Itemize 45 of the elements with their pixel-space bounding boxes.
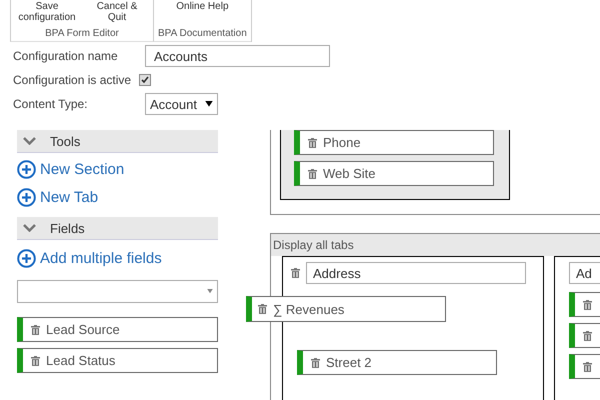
header-title: Fields	[50, 220, 85, 236]
trash-icon[interactable]	[258, 304, 267, 314]
ribbon-button[interactable]: Online Help	[174, 1, 231, 12]
plus-circle-icon	[17, 248, 36, 268]
chevron-icon[interactable]	[23, 224, 36, 232]
trash-icon[interactable]	[308, 168, 317, 178]
active-checkbox[interactable]	[139, 74, 152, 86]
trash-icon[interactable]	[583, 362, 592, 372]
trash-icon[interactable]	[291, 268, 300, 278]
name-input[interactable]: Accounts	[145, 45, 330, 67]
add-fields-link[interactable]: Add multiple fields	[17, 244, 218, 272]
chevron-icon[interactable]	[23, 137, 36, 145]
add-action-link[interactable]: New Section	[17, 155, 218, 183]
field-item[interactable]: Street 2	[297, 350, 497, 375]
header-title: Tools	[50, 134, 80, 148]
ribbon-button[interactable]: Save configuration	[15, 1, 79, 23]
trash-icon[interactable]	[311, 358, 320, 368]
fields-header[interactable]: Fields	[17, 217, 218, 240]
group-label: BPA Documentation	[158, 28, 247, 39]
trash-icon[interactable]	[31, 324, 40, 334]
field-label: Content Type:	[13, 97, 88, 111]
field-item[interactable]: Phone	[294, 130, 494, 155]
trash-icon[interactable]	[583, 300, 592, 310]
field-label: Configuration is active	[13, 73, 132, 87]
ribbon-button[interactable]: Cancel & Quit	[85, 1, 149, 23]
trash-icon[interactable]	[31, 356, 40, 366]
field-label: Configuration name	[13, 49, 119, 63]
field-item[interactable]: Lead Source	[17, 317, 218, 342]
tab-name-input[interactable]: Ad	[569, 262, 600, 284]
plus-circle-icon	[17, 160, 36, 178]
field-item[interactable]: Web Site	[294, 161, 494, 186]
caret-icon	[204, 101, 213, 107]
tab-name-input[interactable]: Address	[306, 262, 526, 284]
field-item[interactable]: Lead Status	[17, 348, 218, 373]
tools-header[interactable]: Tools	[17, 130, 218, 153]
group-label: BPA Form Editor	[44, 28, 120, 39]
field-dropdown[interactable]	[17, 280, 218, 303]
panel-title: Display all tabs	[271, 234, 600, 256]
plus-circle-icon	[17, 188, 36, 206]
trash-icon[interactable]	[583, 330, 592, 340]
add-action-link[interactable]: New Tab	[17, 183, 218, 211]
dragged-field[interactable]: ∑ Revenues	[246, 296, 446, 322]
caret-icon	[207, 289, 213, 294]
trash-icon[interactable]	[308, 138, 317, 148]
content-type-select[interactable]: Account	[145, 93, 218, 115]
